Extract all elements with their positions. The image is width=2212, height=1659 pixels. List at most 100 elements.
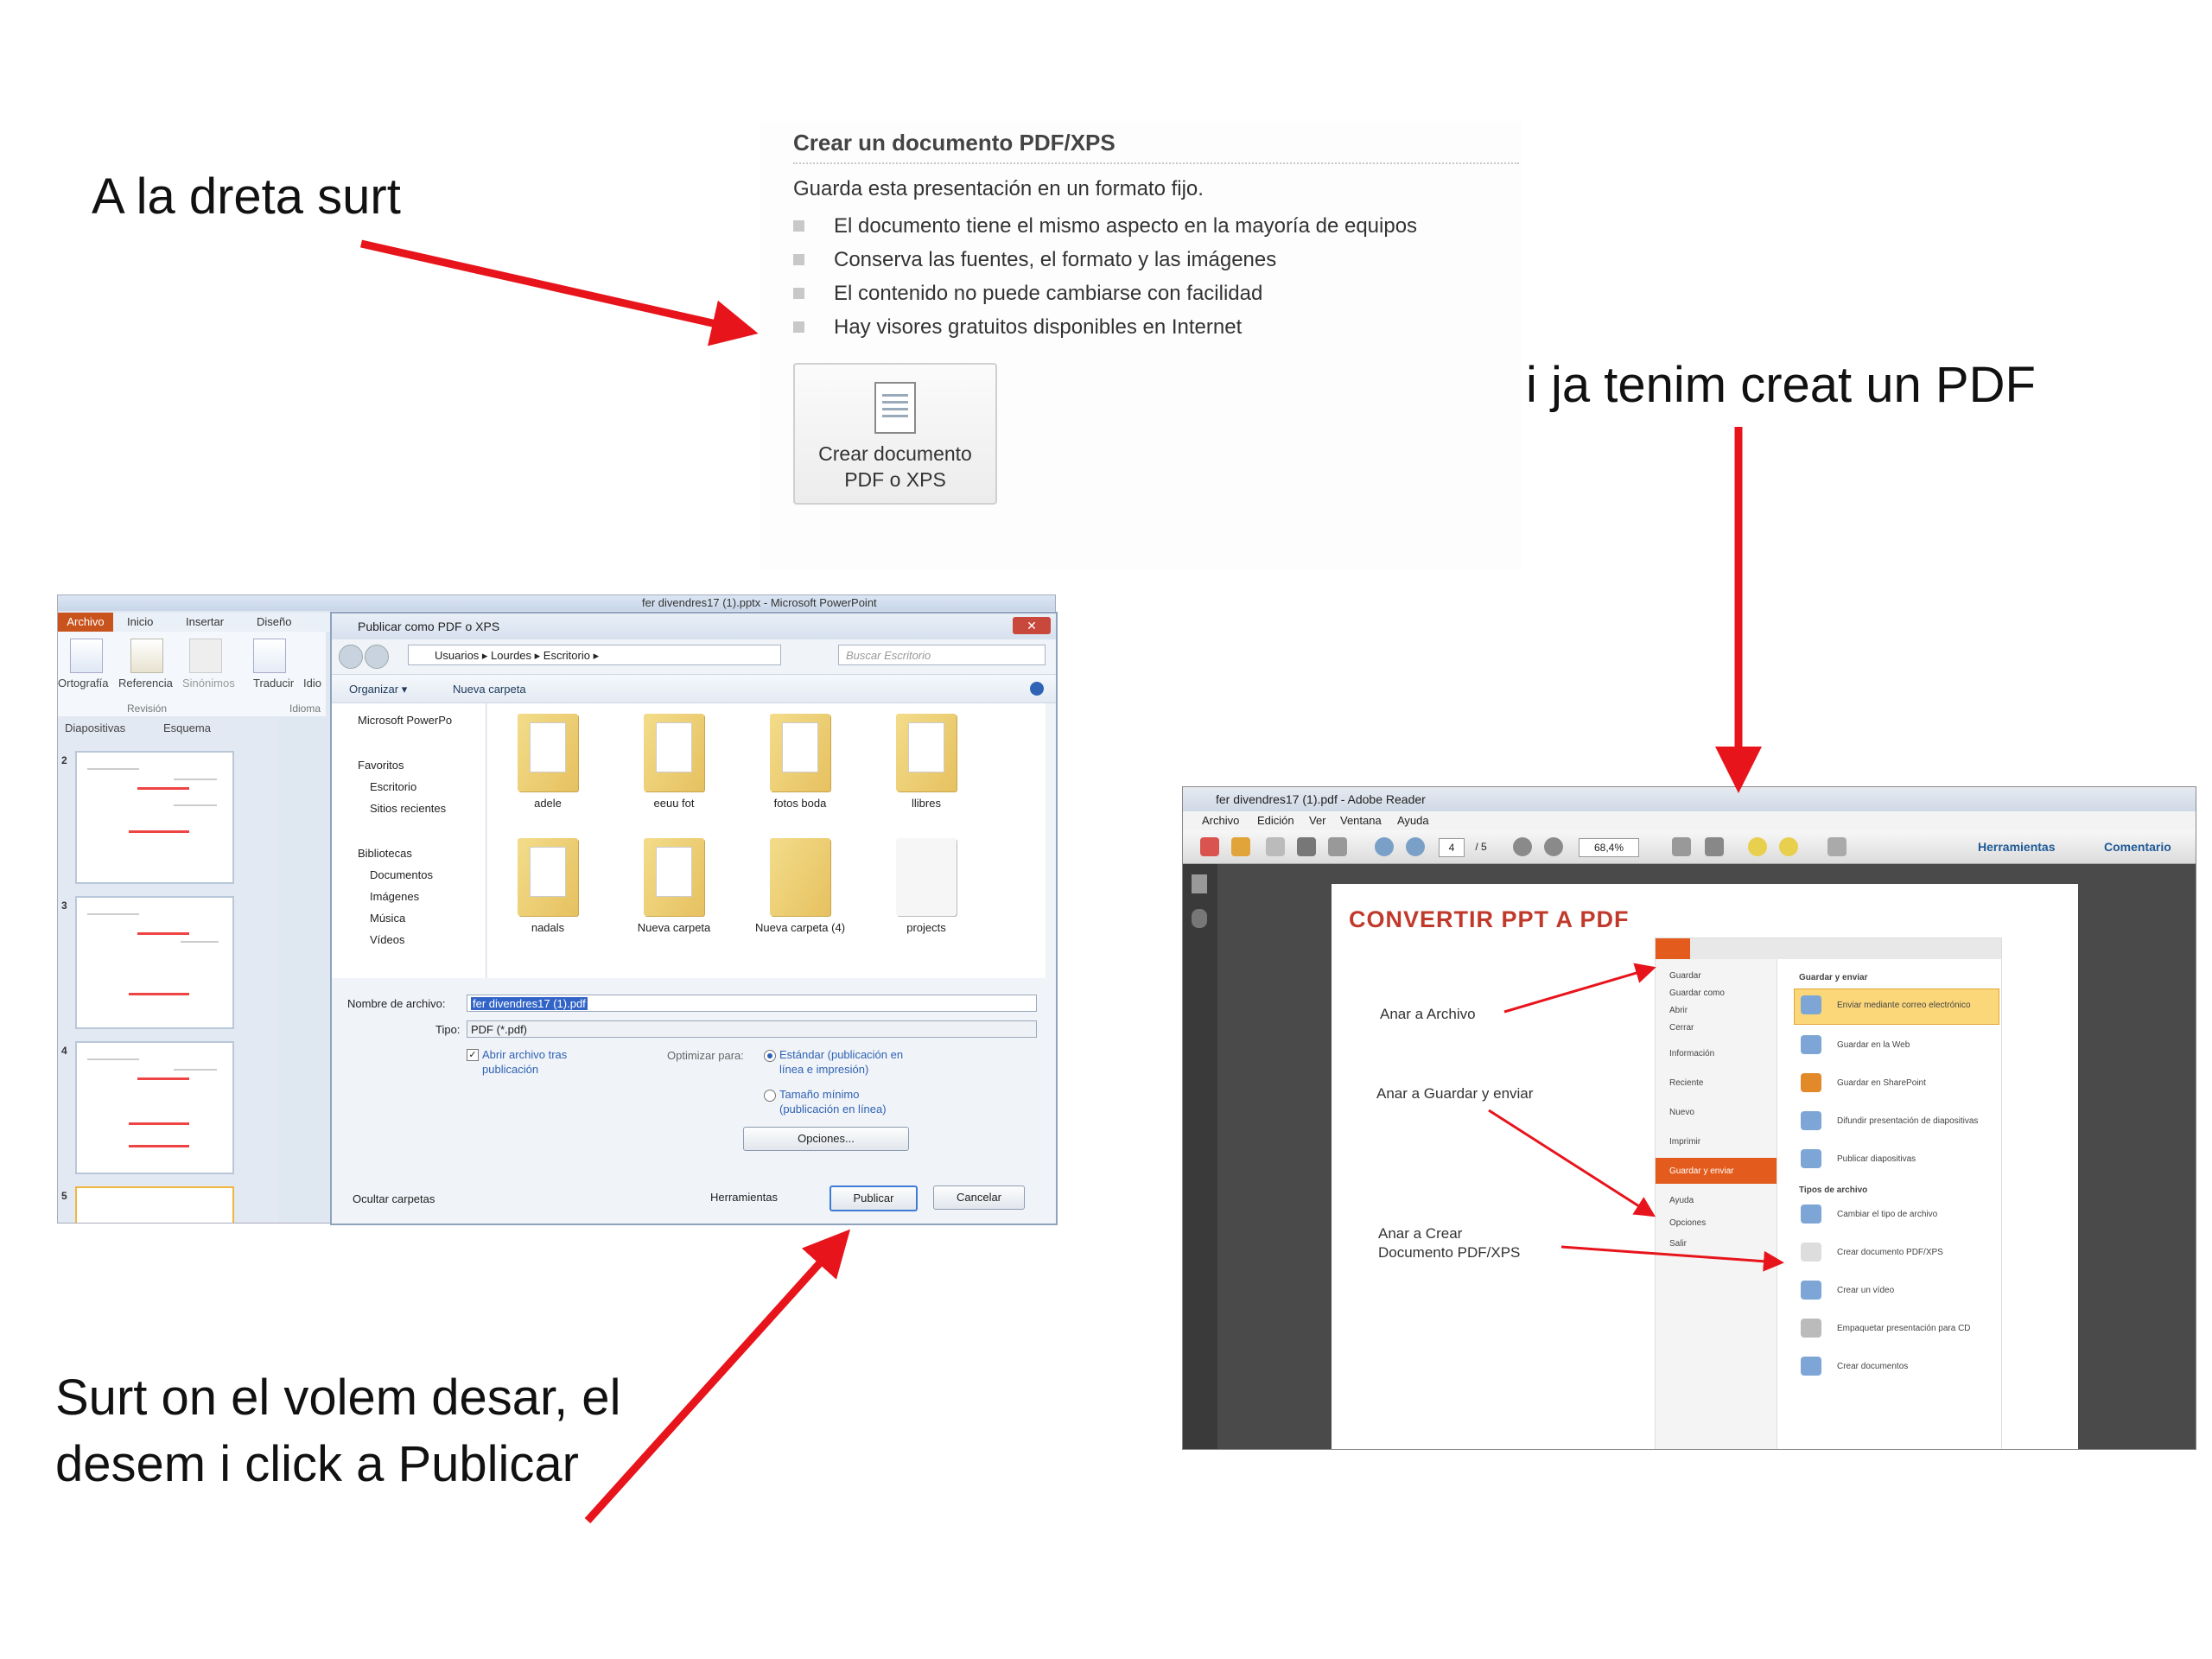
menu-ventana[interactable]: Ventana	[1340, 814, 1382, 827]
menu-edicion[interactable]: Edición	[1257, 814, 1294, 827]
comment-link[interactable]: Comentario	[2104, 840, 2171, 854]
open-after-label[interactable]: Abrir archivo tras publicación	[482, 1047, 603, 1077]
folder-name: nadals	[531, 921, 565, 934]
bullet-text: El contenido no puede cambiarse con faci…	[834, 281, 1263, 305]
comment-icon[interactable]	[1748, 837, 1767, 856]
create-pdf-xps-button[interactable]: Crear documento PDF o XPS	[793, 363, 997, 505]
publish-button[interactable]: Publicar	[830, 1185, 918, 1211]
arrow-to-panel	[360, 239, 759, 346]
slide-thumbnail[interactable]	[75, 751, 234, 884]
tab-insertar[interactable]: Insertar	[186, 615, 224, 628]
nav-item-microsoft[interactable]: Microsoft PowerPo	[358, 714, 452, 727]
radio-standard-label[interactable]: Estándar (publicación en línea e impresi…	[779, 1047, 918, 1077]
folder-name: fotos boda	[773, 797, 827, 810]
reader-toolbar: 4 / 5 68,4% Herramientas Comentario	[1183, 830, 2196, 864]
folder-item[interactable]: adele	[496, 707, 600, 828]
nav-item-documentos[interactable]: Documentos	[370, 868, 433, 881]
research-icon[interactable]	[130, 639, 163, 673]
forward-icon[interactable]	[365, 645, 389, 669]
zoom-in-icon[interactable]	[1544, 837, 1563, 856]
ppt-ribbon: Ortografía Referencia Sinónimos Traducir…	[58, 632, 326, 716]
radio-standard[interactable]	[764, 1050, 776, 1062]
print-icon[interactable]	[1297, 837, 1316, 856]
tab-diseno[interactable]: Diseño	[257, 615, 291, 628]
nav-item-bibliotecas[interactable]: Bibliotecas	[358, 847, 412, 860]
pages-icon[interactable]	[1192, 874, 1207, 893]
highlight-icon[interactable]	[1779, 837, 1798, 856]
nav-item-imagenes[interactable]: Imágenes	[370, 890, 419, 903]
tab-diapositivas[interactable]: Diapositivas	[65, 721, 125, 734]
expand-icon[interactable]	[1827, 837, 1847, 856]
type-select[interactable]: PDF (*.pdf)	[467, 1020, 1037, 1038]
cancel-button[interactable]: Cancelar	[933, 1185, 1025, 1210]
path-segment[interactable]: Lourdes	[491, 649, 531, 662]
folder-item[interactable]: Nueva carpeta (4)	[748, 831, 852, 952]
caption-top-left: A la dreta surt	[92, 168, 401, 225]
folder-item[interactable]: fotos boda	[748, 707, 852, 828]
file-list: adele eeuu fot fotos boda llibres nadals…	[487, 703, 1046, 978]
fit-width-icon[interactable]	[1705, 837, 1724, 856]
tools-dropdown[interactable]: Herramientas	[710, 1191, 778, 1204]
folder-icon	[896, 714, 957, 791]
search-input[interactable]: Buscar Escritorio	[838, 645, 1046, 665]
spelling-icon[interactable]	[70, 639, 103, 673]
slide-number: 5	[61, 1190, 67, 1202]
tab-inicio[interactable]: Inicio	[127, 615, 153, 628]
create-button-label-2: PDF o XPS	[844, 468, 946, 491]
nav-item-escritorio[interactable]: Escritorio	[370, 780, 416, 793]
folder-item[interactable]: Nueva carpeta	[622, 831, 726, 952]
zoom-select[interactable]: 68,4%	[1579, 838, 1639, 857]
attachment-icon[interactable]	[1192, 909, 1207, 928]
filename-input[interactable]: fer divendres17 (1).pdf	[467, 995, 1037, 1012]
folder-item[interactable]: llibres	[874, 707, 978, 828]
bullet-square-icon	[793, 321, 804, 333]
path-segment[interactable]: Usuarios	[435, 649, 479, 662]
close-icon[interactable]: ✕	[1013, 617, 1051, 634]
prev-page-icon[interactable]	[1375, 837, 1394, 856]
folder-item[interactable]: nadals	[496, 831, 600, 952]
nav-item-videos[interactable]: Vídeos	[370, 933, 404, 946]
options-button[interactable]: Opciones...	[743, 1127, 909, 1151]
email-icon[interactable]	[1328, 837, 1347, 856]
page-number-input[interactable]: 4	[1439, 838, 1465, 857]
thesaurus-icon[interactable]	[189, 639, 222, 673]
tools-link[interactable]: Herramientas	[1978, 840, 2056, 854]
panel-separator	[793, 162, 1519, 164]
optimize-label: Optimizar para:	[667, 1049, 744, 1062]
tab-esquema[interactable]: Esquema	[163, 721, 211, 734]
next-page-icon[interactable]	[1406, 837, 1425, 856]
path-segment[interactable]: Escritorio	[543, 649, 590, 662]
open-icon[interactable]	[1231, 837, 1250, 856]
folder-item[interactable]: eeuu fot	[622, 707, 726, 828]
slide-thumbnail[interactable]	[75, 1186, 234, 1223]
create-pdf-icon[interactable]	[1200, 837, 1219, 856]
menu-ver[interactable]: Ver	[1309, 814, 1326, 827]
organize-button[interactable]: Organizar ▾	[349, 683, 407, 696]
radio-minimum[interactable]	[764, 1090, 776, 1102]
nav-item-sitios[interactable]: Sitios recientes	[370, 802, 446, 815]
help-icon[interactable]	[1030, 682, 1044, 696]
slide-thumbnail[interactable]	[75, 1041, 234, 1174]
folder-item[interactable]: projects	[874, 831, 978, 952]
ribbon-label: Idio	[303, 677, 321, 690]
reader-window-title: fer divendres17 (1).pdf - Adobe Reader	[1216, 792, 1426, 806]
slide-thumbnail[interactable]	[75, 896, 234, 1029]
radio-minimum-label[interactable]: Tamaño mínimo (publicación en línea)	[779, 1087, 918, 1116]
caption-top-right: i ja tenim creat un PDF	[1526, 357, 2036, 413]
menu-ayuda[interactable]: Ayuda	[1397, 814, 1429, 827]
translate-icon[interactable]	[253, 639, 286, 673]
nav-item-musica[interactable]: Música	[370, 912, 405, 925]
back-icon[interactable]	[339, 645, 363, 669]
path-breadcrumb[interactable]: Usuarios ▸ Lourdes ▸ Escritorio ▸	[408, 645, 781, 665]
tab-archivo[interactable]: Archivo	[58, 613, 113, 632]
menu-archivo[interactable]: Archivo	[1202, 814, 1239, 827]
zoom-out-icon[interactable]	[1513, 837, 1532, 856]
fit-page-icon[interactable]	[1672, 837, 1691, 856]
save-icon[interactable]	[1266, 837, 1285, 856]
nav-item-favoritos[interactable]: Favoritos	[358, 759, 404, 772]
ribbon-label: Traducir	[253, 677, 295, 690]
hide-folders-toggle[interactable]: Ocultar carpetas	[353, 1192, 435, 1205]
open-after-checkbox[interactable]: ✓	[467, 1049, 479, 1061]
bullet-square-icon	[793, 254, 804, 265]
new-folder-button[interactable]: Nueva carpeta	[453, 683, 526, 696]
